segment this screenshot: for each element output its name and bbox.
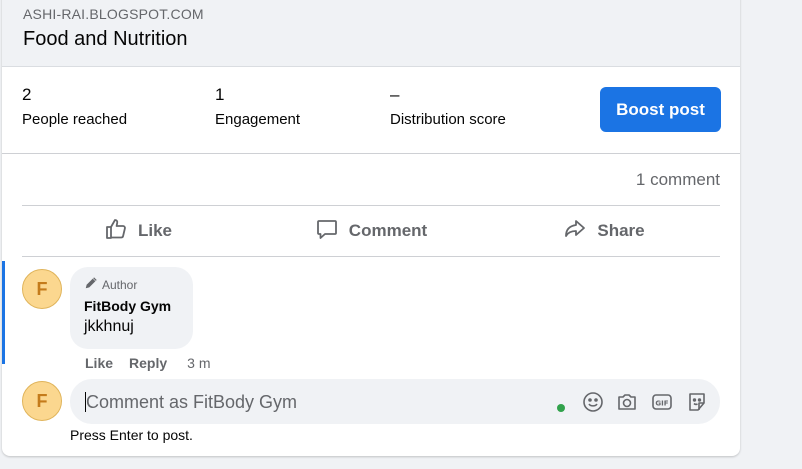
post-insights: 2 People reached 1 Engagement – Distribu… <box>2 67 740 154</box>
avatar-letter: F <box>36 278 48 299</box>
text-caret <box>85 392 86 412</box>
stat-distribution-score[interactable]: – Distribution score <box>390 85 506 128</box>
boost-post-button[interactable]: Boost post <box>600 87 721 132</box>
status-dot <box>557 404 565 412</box>
comment-bubble: Author FitBody Gym jkkhnuj <box>70 267 193 349</box>
comment-text: jkkhnuj <box>84 318 134 335</box>
stat-engagement[interactable]: 1 Engagement <box>215 85 300 128</box>
share-label: Share <box>597 221 645 240</box>
comment-icon <box>315 217 339 246</box>
pencil-icon <box>84 276 98 293</box>
stat-label: People reached <box>22 111 128 128</box>
comment-reply-button[interactable]: Reply <box>129 355 167 371</box>
like-button[interactable]: Like <box>22 206 254 256</box>
comment-composer[interactable]: GIF <box>70 379 720 426</box>
divider <box>22 256 720 257</box>
comment-label: Comment <box>348 221 428 240</box>
share-button[interactable]: Share <box>488 206 720 256</box>
sticker-icon[interactable] <box>685 390 709 414</box>
comment-input[interactable] <box>84 379 528 426</box>
stat-people-reached[interactable]: 2 People reached <box>22 85 127 128</box>
comment-author-name[interactable]: FitBody Gym <box>84 298 171 314</box>
stat-label: Engagement <box>215 111 301 128</box>
like-label: Like <box>137 221 173 240</box>
comment-timestamp[interactable]: 3 m <box>187 355 210 371</box>
post-actions: Like Comment Share <box>22 206 720 256</box>
comment-actions: Like Reply 3 m <box>85 355 210 371</box>
stat-value: – <box>390 85 400 104</box>
stat-value: 2 <box>22 85 32 104</box>
avatar[interactable]: F <box>22 269 62 309</box>
emoji-icon[interactable] <box>581 390 605 414</box>
share-icon <box>563 217 587 246</box>
camera-icon[interactable] <box>615 390 639 414</box>
svg-text:GIF: GIF <box>655 400 668 408</box>
link-title[interactable]: Food and Nutrition <box>23 28 188 51</box>
comment-like-button[interactable]: Like <box>85 355 113 371</box>
link-domain: ASHI-RAI.BLOGSPOT.COM <box>23 6 204 22</box>
post-hint: Press Enter to post. <box>70 427 193 443</box>
comment-count[interactable]: 1 comment <box>636 170 720 190</box>
gif-icon[interactable]: GIF <box>650 390 674 414</box>
post-card: ASHI-RAI.BLOGSPOT.COM Food and Nutrition… <box>2 0 740 456</box>
new-comment-indicator <box>2 261 5 364</box>
stat-label: Distribution score <box>390 111 506 128</box>
author-badge-label: Author <box>102 277 138 292</box>
thumbs-up-icon <box>104 217 128 246</box>
avatar-letter: F <box>36 390 48 411</box>
author-badge: Author <box>84 276 137 293</box>
stat-value: 1 <box>215 85 225 104</box>
comment-button[interactable]: Comment <box>254 206 488 256</box>
composer-avatar[interactable]: F <box>22 381 62 421</box>
link-preview[interactable]: ASHI-RAI.BLOGSPOT.COM Food and Nutrition <box>2 0 740 67</box>
